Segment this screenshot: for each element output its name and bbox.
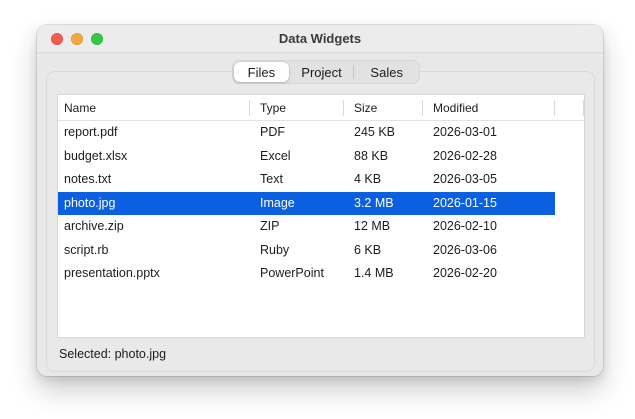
- tab-bar: Files Project Sales: [232, 60, 420, 84]
- table-row[interactable]: script.rb Ruby 6 KB 2026-03-06: [58, 239, 555, 263]
- table-cell: PowerPoint: [260, 266, 324, 280]
- column-separator[interactable]: [249, 100, 250, 116]
- table-cell: Text: [260, 172, 283, 186]
- table-row[interactable]: archive.zip ZIP 12 MB 2026-02-10: [58, 215, 555, 239]
- table-cell: archive.zip: [64, 219, 124, 233]
- table-cell: 12 MB: [354, 219, 391, 233]
- tab-pane-files: Name Type Size Modified report.pdf PDF 245…: [46, 71, 595, 372]
- table-cell: Excel: [260, 148, 291, 163]
- table-cell: PDF: [260, 125, 285, 139]
- column-header-size[interactable]: Size: [344, 101, 423, 115]
- column-separator[interactable]: [343, 100, 344, 116]
- table-cell: photo.jpg: [64, 195, 116, 210]
- table-cell: ZIP: [260, 219, 280, 233]
- column-header-name[interactable]: Name: [58, 101, 250, 115]
- table-cell: 2026-02-28: [433, 148, 497, 163]
- table-cell: 2026-02-20: [433, 266, 497, 280]
- status-label: Selected: photo.jpg: [59, 347, 167, 361]
- table-cell: Ruby: [260, 242, 290, 257]
- table-cell: 3.2 MB: [354, 195, 394, 210]
- column-separator[interactable]: [554, 100, 555, 116]
- table-row[interactable]: photo.jpg Image 3.2 MB 2026-01-15: [58, 191, 555, 215]
- table-cell: 4 KB: [354, 172, 382, 186]
- window-title: Data Widgets: [278, 31, 362, 46]
- table-cell: 1.4 MB: [354, 266, 394, 280]
- table-cell: 2026-02-10: [433, 219, 497, 233]
- tab-sales[interactable]: Sales: [354, 61, 419, 83]
- table-header: Name Type Size Modified: [58, 95, 584, 121]
- table-row[interactable]: presentation.pptx PowerPoint 1.4 MB 2026-02…: [58, 262, 555, 286]
- table-row[interactable]: budget.xlsx Excel 88 KB 2026-02-28: [58, 145, 555, 169]
- table-cell: Image: [260, 195, 295, 210]
- table-cell: notes.txt: [64, 172, 112, 186]
- table-row[interactable]: notes.txt Text 4 KB 2026-03-05: [58, 168, 555, 192]
- column-separator[interactable]: [583, 100, 584, 116]
- table-cell: budget.xlsx: [64, 148, 128, 163]
- tab-files[interactable]: Files: [234, 62, 289, 82]
- table-cell: 2026-03-01: [433, 125, 497, 139]
- table-row[interactable]: report.pdf PDF 245 KB 2026-03-01: [58, 121, 555, 145]
- table-cell: 88 KB: [354, 148, 389, 163]
- column-header-modified[interactable]: Modified: [423, 101, 555, 115]
- table-cell: report.pdf: [64, 125, 118, 139]
- titlebar[interactable]: Data Widgets: [37, 25, 603, 53]
- file-table: Name Type Size Modified report.pdf PDF 245…: [57, 94, 585, 338]
- column-header-type[interactable]: Type: [250, 101, 344, 115]
- app-window: Data Widgets Files Project Sales Name Ty…: [37, 25, 603, 376]
- column-separator[interactable]: [422, 100, 423, 116]
- table-cell: 2026-01-15: [433, 195, 497, 210]
- tab-project[interactable]: Project: [290, 61, 354, 83]
- table-cell: 2026-03-05: [433, 172, 497, 186]
- table-cell: 245 KB: [354, 125, 396, 139]
- table-cell: 2026-03-06: [433, 242, 497, 257]
- table-cell: presentation.pptx: [64, 266, 160, 280]
- table-cell: script.rb: [64, 242, 109, 257]
- table-rows: report.pdf PDF 245 KB 2026-03-01 budget.xlsx…: [58, 121, 584, 286]
- table-cell: 6 KB: [354, 242, 382, 257]
